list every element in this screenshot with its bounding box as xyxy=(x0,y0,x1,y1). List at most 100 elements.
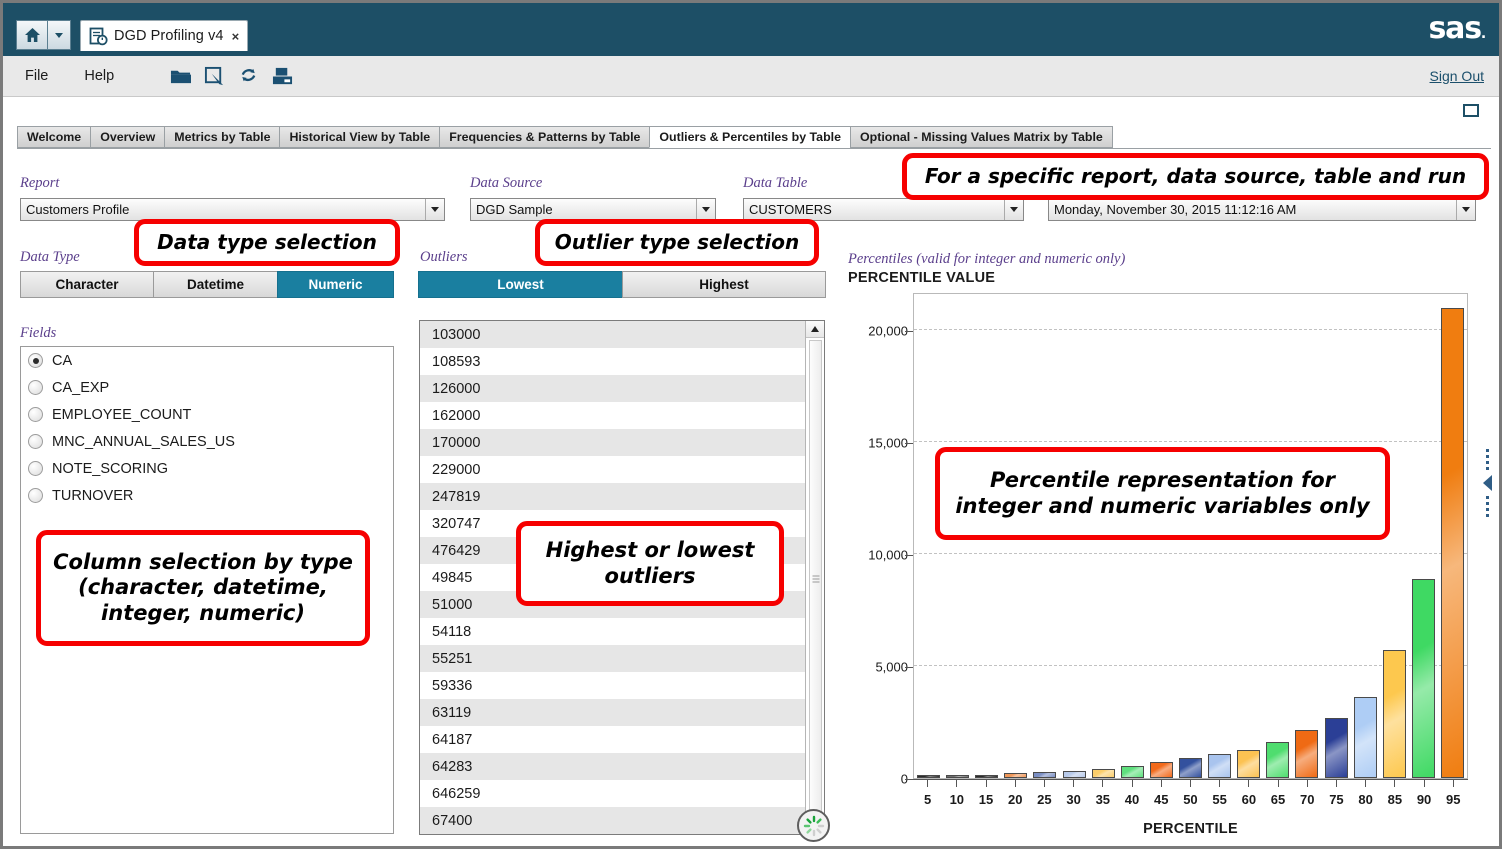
refresh-icon[interactable] xyxy=(238,66,259,87)
outlier-list-item[interactable]: 55251 xyxy=(420,645,824,672)
chart-bar[interactable] xyxy=(1121,766,1144,778)
tab-historical-view-by-table[interactable]: Historical View by Table xyxy=(279,126,439,148)
chart-bar[interactable] xyxy=(1295,730,1318,778)
tab-overview[interactable]: Overview xyxy=(90,126,164,148)
menu-bar: File Help Sign Out xyxy=(3,56,1499,97)
report-dropdown[interactable]: Customers Profile xyxy=(20,198,445,221)
tab-optional-missing-values-matrix-by-table[interactable]: Optional - Missing Values Matrix by Tabl… xyxy=(850,126,1113,148)
sign-out-link[interactable]: Sign Out xyxy=(1430,68,1484,84)
scroll-up-arrow-icon[interactable] xyxy=(806,321,824,338)
data-type-option-numeric[interactable]: Numeric xyxy=(277,271,394,298)
chart-x-tick: 35 xyxy=(1088,779,1117,807)
field-radio-row[interactable]: EMPLOYEE_COUNT xyxy=(21,401,393,428)
scrollbar-thumb[interactable] xyxy=(809,340,822,818)
chart-y-tick-mark xyxy=(905,331,913,332)
outlier-list-item[interactable]: 646259 xyxy=(420,780,824,807)
outlier-list-item[interactable]: 103000 xyxy=(420,321,824,348)
tab-welcome[interactable]: Welcome xyxy=(17,126,90,148)
open-folder-icon[interactable] xyxy=(170,66,191,87)
outlier-list-item[interactable]: 108593 xyxy=(420,348,824,375)
tab-metrics-by-table[interactable]: Metrics by Table xyxy=(164,126,279,148)
outlier-list-item[interactable]: 247819 xyxy=(420,483,824,510)
chart-bar[interactable] xyxy=(1004,773,1027,778)
outlier-list-item[interactable]: 162000 xyxy=(420,402,824,429)
data-source-dropdown[interactable]: DGD Sample xyxy=(470,198,716,221)
chart-x-tick: 5 xyxy=(913,779,942,807)
outlier-list-item[interactable]: 59336 xyxy=(420,672,824,699)
edit-select-icon[interactable] xyxy=(204,66,225,87)
chart-bar[interactable] xyxy=(1325,718,1348,778)
chart-bar[interactable] xyxy=(1179,758,1202,778)
chart-bar[interactable] xyxy=(1092,769,1115,778)
chart-x-tick-label: 45 xyxy=(1154,792,1168,807)
chart-bar[interactable] xyxy=(1237,750,1260,778)
outlier-list-item[interactable]: 64187 xyxy=(420,726,824,753)
sas-logo-text: sas xyxy=(1429,11,1481,46)
chart-bar[interactable] xyxy=(975,775,998,778)
chart-bar[interactable] xyxy=(1208,754,1231,778)
outlier-list-item[interactable]: 126000 xyxy=(420,375,824,402)
chart-x-tick-label: 35 xyxy=(1096,792,1110,807)
chevron-down-icon xyxy=(1004,199,1023,220)
outlier-list-item[interactable]: 67400 xyxy=(420,807,824,834)
chart-x-tick-mark xyxy=(927,779,928,787)
chart-x-axis-ticks: 5101520253035404550556065707580859095 xyxy=(913,779,1468,807)
menu-item-file[interactable]: File xyxy=(11,68,62,84)
field-radio-row[interactable]: CA xyxy=(21,347,393,374)
outlier-list-item[interactable]: 63119 xyxy=(420,699,824,726)
field-radio-row[interactable]: NOTE_SCORING xyxy=(21,455,393,482)
outlier-list-item[interactable]: 229000 xyxy=(420,456,824,483)
run-timestamp-dropdown[interactable]: Monday, November 30, 2015 11:12:16 AM xyxy=(1048,198,1476,221)
collapse-panel-left-arrow-icon[interactable] xyxy=(1479,428,1495,538)
chart-bar[interactable] xyxy=(1412,579,1435,778)
document-tab-dgd-profiling[interactable]: DGD Profiling v4 × xyxy=(80,20,248,51)
chart-bar[interactable] xyxy=(1354,697,1377,778)
chart-y-tick-mark xyxy=(905,443,913,444)
scrollbar-grip-icon xyxy=(812,574,819,585)
outliers-option-lowest[interactable]: Lowest xyxy=(418,271,622,298)
chart-bar[interactable] xyxy=(946,775,969,778)
outlier-list-item[interactable]: 170000 xyxy=(420,429,824,456)
chevron-down-icon xyxy=(1456,199,1475,220)
chart-bar[interactable] xyxy=(1266,742,1289,778)
field-label: CA_EXP xyxy=(52,380,109,396)
tab-frequencies-patterns-by-table[interactable]: Frequencies & Patterns by Table xyxy=(439,126,649,148)
chart-x-tick-label: 95 xyxy=(1446,792,1460,807)
data-source-label: Data Source xyxy=(470,175,542,192)
chart-bar[interactable] xyxy=(1441,308,1464,778)
chart-bar[interactable] xyxy=(1150,762,1173,778)
data-type-option-datetime[interactable]: Datetime xyxy=(153,271,277,298)
chart-bar[interactable] xyxy=(1033,772,1056,778)
chart-x-tick-label: 75 xyxy=(1329,792,1343,807)
tab-outliers-percentiles-by-table[interactable]: Outliers & Percentiles by Table xyxy=(649,126,850,148)
menu-item-help[interactable]: Help xyxy=(70,68,128,84)
field-radio-row[interactable]: CA_EXP xyxy=(21,374,393,401)
maximize-icon[interactable] xyxy=(1463,104,1479,117)
document-profile-icon xyxy=(89,27,108,46)
outlier-list-item[interactable]: 54118 xyxy=(420,618,824,645)
chart-x-tick: 45 xyxy=(1147,779,1176,807)
outlier-list-item[interactable]: 64283 xyxy=(420,753,824,780)
chart-x-tick: 70 xyxy=(1293,779,1322,807)
chart-bar[interactable] xyxy=(917,775,940,778)
close-icon[interactable]: × xyxy=(232,29,240,44)
chart-x-tick: 60 xyxy=(1234,779,1263,807)
chart-x-tick-mark xyxy=(1394,779,1395,787)
field-label: NOTE_SCORING xyxy=(52,461,168,477)
data-type-option-character[interactable]: Character xyxy=(20,271,153,298)
chart-bar[interactable] xyxy=(1383,650,1406,778)
chart-x-tick-label: 30 xyxy=(1066,792,1080,807)
outliers-option-highest[interactable]: Highest xyxy=(622,271,826,298)
chart-x-tick: 65 xyxy=(1263,779,1292,807)
home-button[interactable] xyxy=(16,20,48,50)
chart-bar[interactable] xyxy=(1063,771,1086,778)
sas-logo: sas. xyxy=(1429,11,1485,46)
print-export-icon[interactable] xyxy=(272,66,293,87)
outlier-list-scrollbar[interactable] xyxy=(805,321,824,834)
field-radio-row[interactable]: MNC_ANNUAL_SALES_US xyxy=(21,428,393,455)
data-table-dropdown[interactable]: CUSTOMERS xyxy=(743,198,1024,221)
chevron-down-icon xyxy=(55,33,63,38)
field-radio-row[interactable]: TURNOVER xyxy=(21,482,393,509)
home-dropdown-button[interactable] xyxy=(48,20,71,50)
chart-x-tick: 80 xyxy=(1351,779,1380,807)
